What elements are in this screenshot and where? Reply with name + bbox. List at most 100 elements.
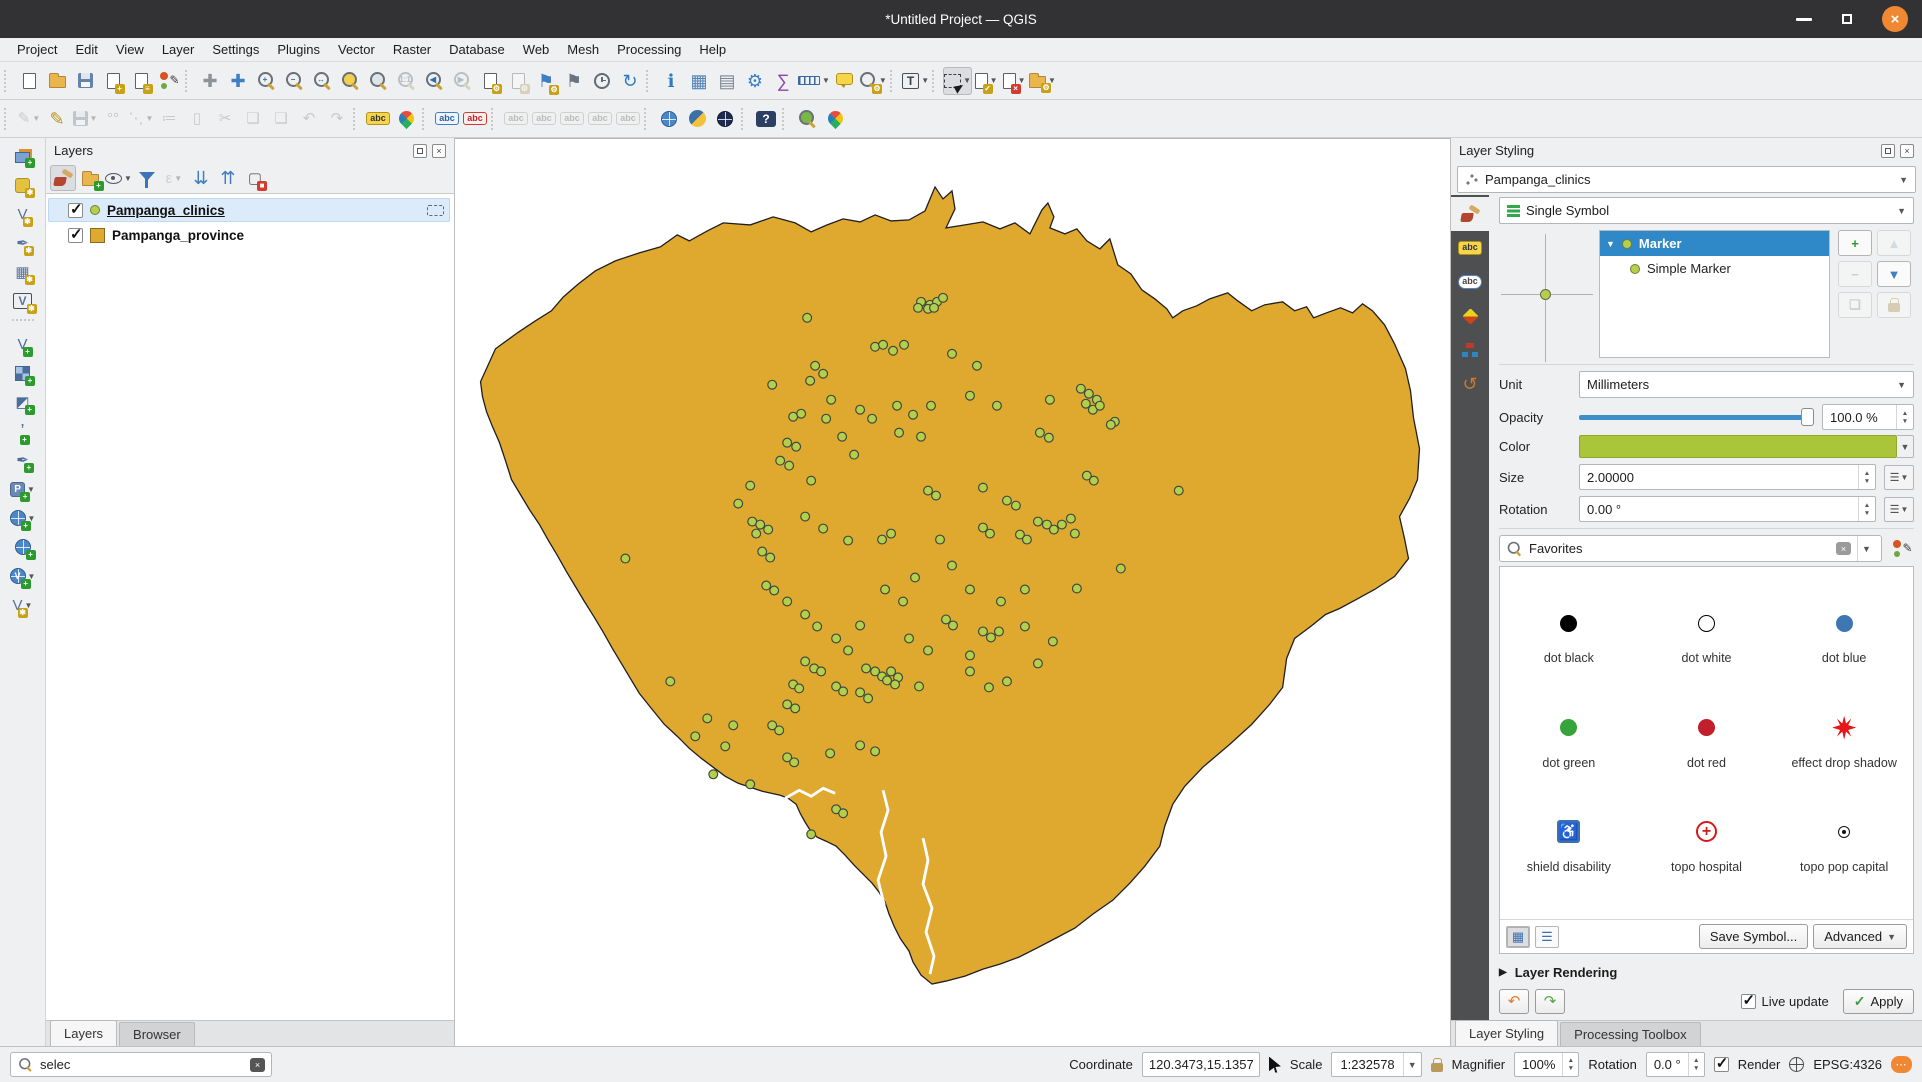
save-project-button[interactable] xyxy=(71,67,99,95)
symbol-dot-blue[interactable]: dot blue xyxy=(1785,610,1903,667)
metasearch-button[interactable] xyxy=(655,105,683,133)
menu-raster[interactable]: Raster xyxy=(384,40,440,59)
show-spatial-bookmarks-button[interactable]: ⚑ xyxy=(560,67,588,95)
add-raster-layer-button[interactable]: + xyxy=(9,359,37,387)
delete-selected-button[interactable]: ▯ xyxy=(183,105,211,133)
render-checkbox[interactable] xyxy=(1713,1054,1729,1072)
menu-mesh[interactable]: Mesh xyxy=(558,40,608,59)
select-filter-button[interactable]: ⚙ ▼ xyxy=(1028,67,1057,95)
tab-layers[interactable]: Layers xyxy=(50,1020,118,1046)
history-tab-button[interactable]: ↺ xyxy=(1462,375,1477,393)
labels-tab[interactable]: abc xyxy=(1451,231,1489,265)
labels-tab-button[interactable]: abc xyxy=(1458,241,1482,255)
color-swatch-button[interactable] xyxy=(1579,435,1897,458)
show-hide-labels-button[interactable]: abc xyxy=(530,105,558,133)
tab-layer-styling[interactable]: Layer Styling xyxy=(1455,1020,1559,1046)
add-mesh-layer-button[interactable]: ◩ + xyxy=(9,388,37,416)
python-console-button[interactable] xyxy=(683,105,711,133)
new-print-layout-button[interactable]: + xyxy=(99,67,127,95)
move-label-button[interactable]: abc xyxy=(558,105,586,133)
menu-edit[interactable]: Edit xyxy=(66,40,106,59)
zoom-native-button[interactable]: 1:1 xyxy=(392,67,420,95)
masks-tab-button[interactable]: abc xyxy=(1458,275,1482,289)
menu-vector[interactable]: Vector xyxy=(329,40,384,59)
live-update-checkbox[interactable] xyxy=(1740,991,1756,1009)
new-spatial-bookmark-button[interactable]: ⚑ ⚙ xyxy=(532,67,560,95)
close-button[interactable]: × xyxy=(1882,6,1908,32)
symbol-topo-pop-capital[interactable]: topo pop capital xyxy=(1785,819,1903,876)
select-features-button[interactable]: ▼ xyxy=(943,66,973,95)
osm-place-search-button[interactable] xyxy=(793,105,821,133)
view-3d-tab-button[interactable] xyxy=(1461,307,1479,325)
open-layer-styling-dock-button[interactable] xyxy=(50,165,76,191)
modify-attributes-button[interactable]: ≔ xyxy=(155,105,183,133)
float-panel-icon[interactable] xyxy=(413,143,427,158)
processing-toolbox-button[interactable]: ⚙ xyxy=(741,67,769,95)
coordinate-input[interactable] xyxy=(1141,1052,1260,1077)
layer-visibility-checkbox[interactable] xyxy=(68,225,83,243)
copy-features-button[interactable]: ❏ xyxy=(239,105,267,133)
symbology-tab-button[interactable] xyxy=(1461,206,1480,222)
extents-toggle-icon[interactable] xyxy=(1268,1056,1281,1073)
current-edits-button[interactable]: ✎ ▼ xyxy=(15,105,43,133)
expand-icon[interactable]: ▼ xyxy=(1606,239,1615,249)
menu-web[interactable]: Web xyxy=(514,40,559,59)
symbol-dot-black[interactable]: dot black xyxy=(1510,610,1628,667)
remove-layer-button[interactable]: ▢ ■ xyxy=(242,165,268,191)
layer-diagram-options-button[interactable] xyxy=(392,105,420,133)
vertex-tool-button[interactable]: ⋱ ▼ xyxy=(127,105,155,133)
layer-rendering-section[interactable]: ▶ Layer Rendering xyxy=(1499,958,1914,986)
close-panel-icon[interactable]: × xyxy=(1900,143,1914,158)
advanced-button[interactable]: Advanced ▼ xyxy=(1813,924,1907,949)
list-view-button[interactable]: ☰ xyxy=(1535,925,1559,948)
paste-features-button[interactable]: ❏ xyxy=(267,105,295,133)
new-virtual-layer-button[interactable]: ▦ ✱ xyxy=(9,258,37,286)
float-panel-icon[interactable] xyxy=(1881,143,1895,158)
layer-visibility-checkbox[interactable] xyxy=(68,200,83,218)
manage-map-themes-button[interactable]: ▼ xyxy=(104,165,133,191)
add-virtual-layer-2-button[interactable]: V ✱ ▼ xyxy=(9,591,37,619)
crs-globe-icon[interactable] xyxy=(1789,1057,1805,1072)
menu-view[interactable]: View xyxy=(107,40,153,59)
undo-style-button[interactable]: ↶ xyxy=(1499,988,1529,1014)
new-spatialite-layer-button[interactable]: ✒ ✱ xyxy=(9,229,37,257)
rotation-data-defined-button[interactable]: ☰ ▼ xyxy=(1884,496,1914,522)
new-3d-map-view-button[interactable]: ⚙ xyxy=(504,67,532,95)
symbol-search-box[interactable]: Favorites × ▼ xyxy=(1499,535,1882,562)
add-group-button[interactable]: + xyxy=(77,165,104,191)
map-tips-button[interactable] xyxy=(831,67,859,95)
new-temporary-scratch-layer-button[interactable]: V ✱ xyxy=(9,287,37,315)
field-calculator-button[interactable]: ▤ xyxy=(713,67,741,95)
spinner-arrows-icon[interactable]: ▲ ▼ xyxy=(1858,497,1875,521)
layer-item-Pampanga_province[interactable]: Pampanga_province xyxy=(48,223,450,247)
messages-icon[interactable]: ⋯ xyxy=(1891,1056,1912,1073)
clear-search-icon[interactable]: × xyxy=(250,1057,265,1072)
apply-button[interactable]: ✓ Apply xyxy=(1842,988,1914,1014)
layer-item-Pampanga_clinics[interactable]: Pampanga_clinics xyxy=(48,198,450,222)
symbol-topo-hospital[interactable]: + topo hospital xyxy=(1647,819,1765,876)
add-wcs-layer-button[interactable]: + xyxy=(9,533,37,561)
remove-symbol-layer-button[interactable]: − xyxy=(1838,261,1872,287)
filter-by-expression-button[interactable]: ε ▼ xyxy=(161,165,187,191)
renderer-select[interactable]: Single Symbol ▼ xyxy=(1499,197,1914,224)
new-project-button[interactable] xyxy=(15,67,43,95)
quickmapservices-button[interactable] xyxy=(711,105,739,133)
rotation-spinbox[interactable]: 0.00 ° ▲ ▼ xyxy=(1579,496,1876,522)
style-manager-button[interactable] xyxy=(1890,540,1914,557)
add-symbol-layer-button[interactable]: + xyxy=(1838,230,1872,256)
tab-processing-toolbox[interactable]: Processing Toolbox xyxy=(1560,1022,1701,1046)
tab-browser[interactable]: Browser xyxy=(119,1022,195,1046)
undo-button[interactable]: ↶ xyxy=(295,105,323,133)
locator-search-box[interactable]: × xyxy=(10,1052,272,1077)
toggle-editing-button[interactable]: ✎ xyxy=(43,105,71,133)
highlight-pinned-labels-button[interactable]: abc xyxy=(433,105,461,133)
data-source-manager-button[interactable]: + xyxy=(9,142,37,170)
menu-database[interactable]: Database xyxy=(440,40,514,59)
add-delimited-text-layer-button[interactable]: ’ + xyxy=(9,417,37,445)
zoom-full-button[interactable]: ↔ xyxy=(308,67,336,95)
minimize-button[interactable] xyxy=(1796,17,1812,21)
change-label-button[interactable]: abc xyxy=(614,105,642,133)
symbol-dot-green[interactable]: dot green xyxy=(1510,715,1628,772)
text-annotation-button[interactable]: T ▼ xyxy=(901,67,930,95)
zoom-to-selection-button[interactable] xyxy=(336,67,364,95)
